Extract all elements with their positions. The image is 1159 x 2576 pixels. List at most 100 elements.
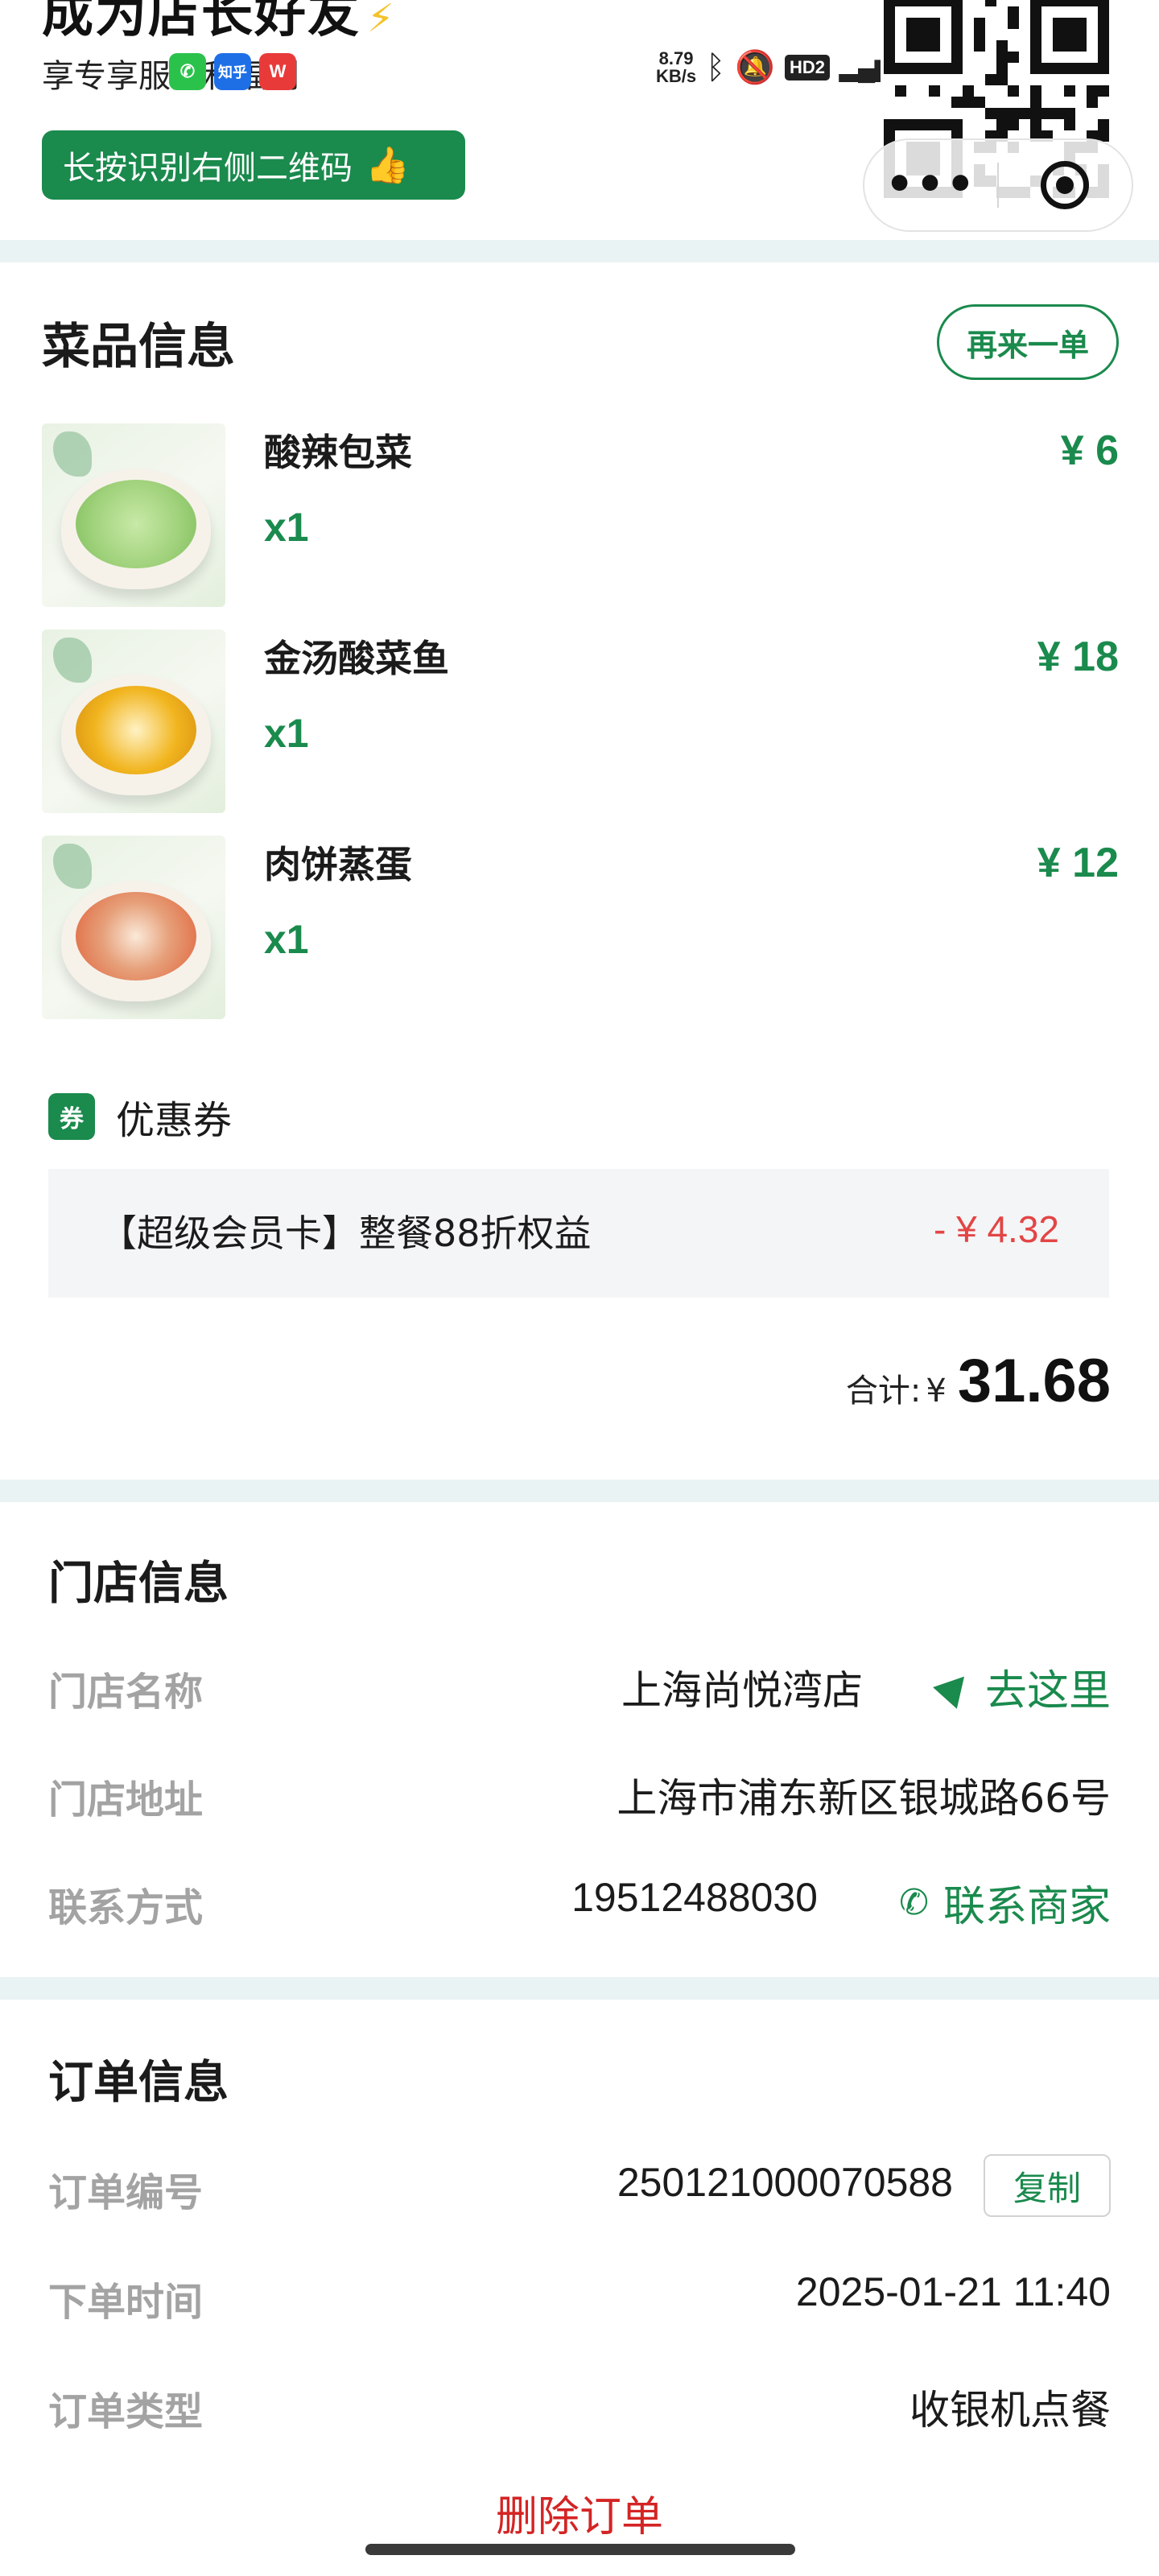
coupon-icon: 券	[48, 1093, 95, 1140]
qr-module	[1098, 85, 1109, 97]
order-type-label: 订单类型	[48, 2389, 204, 2434]
total-currency: ¥	[926, 1373, 947, 1410]
dish-price: ¥ 12	[1037, 840, 1119, 886]
qr-module	[974, 97, 985, 108]
dish-name: 金汤酸菜鱼	[264, 637, 449, 680]
banner-title: 成为店长好友 ⚡	[42, 0, 396, 47]
store-address-label: 门店地址	[48, 1777, 204, 1823]
dish-image	[42, 836, 225, 1019]
store-address: 上海市浦东新区银城路66号	[617, 1775, 1111, 1822]
qr-module	[1064, 119, 1075, 130]
section-divider	[0, 1977, 1159, 2000]
home-indicator[interactable]	[365, 2544, 795, 2555]
qr-module	[1064, 85, 1075, 97]
qr-module	[996, 108, 1008, 119]
qr-module	[963, 97, 974, 108]
total-value: 31.68	[957, 1347, 1111, 1415]
contact-merchant-button[interactable]: ✆ 联系商家	[899, 1872, 1111, 1933]
qr-module	[1008, 85, 1019, 97]
qr-module	[996, 74, 1008, 85]
dish-item: 肉饼蒸蛋 x1 ¥ 12	[42, 836, 1119, 1019]
dishes-section-title: 菜品信息	[42, 319, 235, 375]
qr-module	[1087, 85, 1098, 97]
coupon-label: 优惠券	[116, 1098, 233, 1143]
dish-image	[42, 630, 225, 813]
navigation-arrow-icon	[933, 1665, 976, 1709]
qr-module	[974, 29, 985, 40]
banner-title-text: 成为店长好友	[42, 0, 361, 44]
bluetooth-icon: ᛒ	[706, 50, 726, 85]
dish-image	[42, 423, 225, 607]
section-divider	[0, 1480, 1159, 1502]
store-phone: 19512488030	[571, 1875, 818, 1920]
qr-module	[1008, 6, 1019, 18]
order-time: 2025-01-21 11:40	[795, 2269, 1111, 2314]
qr-module	[1030, 85, 1041, 97]
dish-price: ¥ 18	[1037, 634, 1119, 680]
thumbs-up-icon: 👍	[365, 145, 410, 186]
qr-module	[996, 119, 1008, 130]
dish-item: 酸辣包菜 x1 ¥ 6	[42, 423, 1119, 607]
navigate-button[interactable]: 去这里	[933, 1657, 1111, 1717]
qr-module	[996, 40, 1008, 52]
qr-module	[985, 74, 996, 85]
qr-module	[1030, 97, 1041, 108]
qr-finder-center	[1053, 18, 1087, 52]
order-type: 收银机点餐	[909, 2387, 1111, 2434]
long-press-qr-label: 长按识别右侧二维码	[63, 150, 353, 187]
network-speed-value: 8.79	[658, 48, 694, 68]
store-name-label: 门店名称	[48, 1670, 204, 1715]
qr-module	[1019, 108, 1030, 119]
long-press-qr-button[interactable]: 长按识别右侧二维码 👍	[42, 130, 465, 200]
dish-name: 肉饼蒸蛋	[264, 843, 412, 886]
store-manager-banner: 成为店长好友⚡ 享专享服务和福利 ✆ 知乎 W 8.79 KB/s ᛒ 🔕 HD…	[0, 0, 1159, 240]
qr-module	[895, 85, 906, 97]
target-icon	[1041, 161, 1090, 209]
phone-icon: ✆	[899, 1882, 929, 1923]
total-label: 合计:	[845, 1373, 922, 1410]
qr-module	[1098, 119, 1109, 130]
network-speed: 8.79 KB/s	[656, 50, 696, 85]
navigate-label: 去这里	[984, 1667, 1111, 1715]
zhihu-icon: 知乎	[214, 53, 251, 90]
order-time-label: 下单时间	[48, 2280, 204, 2325]
wechat-icon: ✆	[169, 53, 206, 90]
more-options-icon[interactable]: •••	[864, 163, 997, 208]
dish-item: 金汤酸菜鱼 x1 ¥ 18	[42, 630, 1119, 813]
order-number-label: 订单编号	[48, 2170, 204, 2215]
dish-name: 酸辣包菜	[264, 431, 412, 474]
contact-label: 联系方式	[48, 1885, 204, 1930]
hd-icon: HD2	[784, 55, 830, 80]
qr-module	[951, 97, 963, 108]
dish-quantity: x1	[264, 917, 309, 962]
mute-icon: 🔕	[735, 50, 775, 85]
qr-module	[963, 85, 974, 97]
qr-module	[1008, 108, 1019, 119]
qr-module	[1064, 108, 1075, 119]
qr-module	[1030, 108, 1041, 119]
order-number: 250121000070588	[617, 2160, 953, 2205]
section-divider	[0, 240, 1159, 262]
close-mini-program-button[interactable]	[999, 161, 1132, 209]
dish-quantity: x1	[264, 711, 309, 756]
coupon-header: 券 优惠券	[48, 1088, 232, 1145]
dish-price: ¥ 6	[1060, 427, 1119, 474]
qr-module	[985, 108, 996, 119]
qr-module	[974, 40, 985, 52]
qr-module	[974, 18, 985, 29]
coupon-row: 【超级会员卡】整餐88折权益 - ¥ 4.32	[48, 1169, 1109, 1298]
reorder-button[interactable]: 再来一单	[937, 304, 1119, 380]
order-total: 合计: ¥ 31.68	[846, 1346, 1111, 1416]
qr-module	[1087, 97, 1098, 108]
dish-quantity: x1	[264, 505, 309, 550]
copy-order-number-button[interactable]: 复制	[984, 2154, 1111, 2217]
coupon-name: 【超级会员卡】整餐88折权益	[100, 1212, 592, 1255]
sparkle-icon: ⚡	[367, 0, 396, 41]
qr-module	[985, 0, 996, 6]
contact-merchant-label: 联系商家	[942, 1883, 1111, 1931]
notification-app-icons: ✆ 知乎 W	[169, 53, 296, 90]
qr-module	[1053, 108, 1064, 119]
qr-module	[1041, 108, 1053, 119]
order-section-title: 订单信息	[48, 2057, 229, 2109]
delete-order-button[interactable]: 删除订单	[0, 2483, 1159, 2543]
